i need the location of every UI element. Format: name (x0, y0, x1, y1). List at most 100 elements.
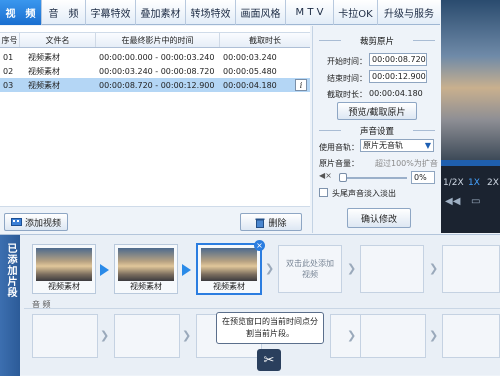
zoom-2x[interactable]: 2X (487, 178, 499, 188)
col-filename-header: 文件名 (20, 33, 96, 47)
confirm-label: 确认修改 (360, 214, 397, 225)
clip-settings-panel: 裁剪原片 开始时间： 00:00:08.720 结束时间： 00:00:12.9… (312, 26, 440, 233)
table-row[interactable]: 02 视频素材 00:00:03.240 - 00:00:08.720 00:0… (0, 64, 310, 78)
empty-slot-hint: 双击此处添加视频 (286, 259, 334, 279)
table-row[interactable]: 01 视频素材 00:00:00.000 - 00:00:03.240 00:0… (0, 50, 310, 64)
cut-duration-value: 00:00:04.180 (369, 89, 423, 98)
mute-speaker-icon[interactable]: ◀× (319, 171, 332, 180)
audio-track-value: 原片无音轨 (363, 141, 403, 150)
volume-value-field[interactable]: 0% (411, 171, 435, 184)
cut-duration-label: 截取时长： (327, 90, 367, 99)
clip-thumbnail (36, 248, 92, 281)
audio-slot[interactable] (32, 314, 98, 358)
col-index-header: 序号 (0, 33, 20, 47)
clip-label: 视频素材 (213, 282, 245, 291)
fade-checkbox[interactable] (319, 188, 328, 197)
transition-arrow-icon[interactable] (182, 264, 191, 276)
close-icon[interactable]: × (254, 240, 265, 251)
audio-track-select[interactable]: 原片无音轨 ▼ (360, 139, 434, 152)
empty-clip-slot[interactable]: 双击此处添加视频 (278, 245, 342, 293)
chevron-right-icon: ❯ (100, 329, 110, 342)
menu-picture-style[interactable]: 画面风格 (236, 0, 286, 25)
clip-list-toolbar: 添加视频 删除 (0, 206, 310, 236)
timeline-clip[interactable]: 视频素材 (32, 244, 96, 294)
empty-clip-slot[interactable] (360, 245, 424, 293)
source-volume-label: 原片音量： (319, 159, 359, 168)
prev-frame-icon[interactable]: ◀◀ (445, 196, 460, 207)
clip-label: 视频素材 (48, 282, 80, 291)
row-time: 00:00:00.000 - 00:00:03.240 (99, 52, 215, 62)
menu-overlay-material[interactable]: 叠加素材 (136, 0, 186, 25)
row-time: 00:00:03.240 - 00:00:08.720 (99, 66, 215, 76)
delete-label: 删除 (268, 218, 287, 229)
row-index: 02 (3, 66, 14, 76)
timeline-clip[interactable]: 视频素材 (114, 244, 178, 294)
folder-icon[interactable]: ▭ (471, 196, 480, 207)
confirm-button[interactable]: 确认修改 (347, 208, 411, 228)
fade-label: 头尾声音淡入淡出 (332, 189, 396, 198)
col-duration-header: 截取时长 (249, 35, 281, 45)
menu-mtv[interactable]: M T V (286, 0, 334, 25)
preview-controls: 1/2X 1X 2X ◀◀ ▭ (441, 166, 500, 233)
col-time-header: 在最终影片中的时间 (96, 33, 220, 47)
added-clips-tab[interactable]: 已添加片段 (0, 235, 20, 376)
audio-slot[interactable] (114, 314, 180, 358)
zoom-1x[interactable]: 1X (468, 178, 480, 188)
row-duration: 00:00:05.480 (223, 66, 277, 76)
clip-thumbnail (118, 248, 174, 281)
menu-video[interactable]: 视 频 (0, 0, 42, 25)
trash-icon (255, 218, 265, 228)
audio-track-title: 音 频 (32, 300, 51, 309)
delete-button[interactable]: 删除 (240, 213, 302, 231)
cut-source-title: 裁剪原片 (359, 37, 394, 47)
row-index: 01 (3, 52, 14, 62)
start-time-field[interactable]: 00:00:08.720 (369, 53, 427, 66)
preview-cut-label: 预览/截取原片 (348, 107, 406, 118)
clip-table-header: 序号 文件名 在最终影片中的时间 截取时长 (0, 32, 310, 48)
end-time-label: 结束时间： (327, 74, 367, 83)
video-preview (441, 0, 500, 160)
chevron-right-icon: ❯ (429, 329, 439, 342)
add-video-label: 添加视频 (24, 218, 61, 229)
row-filename: 视频素材 (28, 66, 60, 76)
preview-cut-button[interactable]: 预览/截取原片 (337, 102, 417, 120)
menu-subtitle-effects[interactable]: 字幕特效 (86, 0, 136, 25)
timeline-clip-selected[interactable]: 视频素材 × (196, 240, 265, 295)
clip-list-panel: 序号 文件名 在最终影片中的时间 截取时长 01 视频素材 00:00:00.0… (0, 26, 310, 236)
added-clips-label: 已添加片段 (5, 243, 16, 298)
row-filename: 视频素材 (28, 80, 60, 90)
table-row-selected[interactable]: 03 视频素材 00:00:08.720 - 00:00:12.900 00:0… (0, 78, 310, 92)
start-time-label: 开始时间： (327, 57, 367, 66)
divider (413, 40, 435, 41)
info-icon[interactable]: i (295, 79, 307, 91)
menu-karaoke[interactable]: 卡拉OK (334, 0, 378, 25)
row-time: 00:00:08.720 - 00:00:12.900 (99, 80, 215, 90)
volume-slider-handle[interactable] (339, 173, 347, 182)
clip-label: 视频素材 (130, 282, 162, 291)
empty-clip-slot[interactable] (442, 245, 500, 293)
split-tooltip: 在预览窗口的当前时间点分割当前片段。 (216, 312, 324, 344)
row-duration: 00:00:03.240 (223, 52, 277, 62)
row-filename: 视频素材 (28, 52, 60, 62)
audio-track-label: 使用音轨： (319, 143, 359, 152)
add-video-button[interactable]: 添加视频 (4, 213, 68, 231)
menu-transition-effects[interactable]: 转场特效 (186, 0, 236, 25)
audio-slot[interactable] (360, 314, 426, 358)
zoom-half[interactable]: 1/2X (443, 178, 464, 188)
audio-slot[interactable] (442, 314, 500, 358)
transition-arrow-icon[interactable] (100, 264, 109, 276)
clip-timeline: 已添加片段 视频素材 视频素材 视频素材 × ❯ 双击此处添加视频 ❯ ❯ 音 … (0, 234, 500, 376)
volume-hint: 超过100%为扩音 (375, 159, 438, 168)
menu-upgrade-service[interactable]: 升级与服务 (378, 0, 440, 25)
scissors-icon[interactable]: ✂ (257, 349, 281, 371)
chevron-right-icon: ❯ (347, 329, 357, 342)
menu-audio[interactable]: 音 频 (42, 0, 86, 25)
volume-slider-track[interactable] (339, 177, 407, 179)
row-index: 03 (3, 80, 14, 90)
chevron-right-icon: ❯ (182, 329, 192, 342)
split-tooltip-text: 在预览窗口的当前时间点分割当前片段。 (222, 317, 318, 338)
end-time-field[interactable]: 00:00:12.900 (369, 70, 427, 83)
main-menu-bar: 视 频 音 频 字幕特效 叠加素材 转场特效 画面风格 M T V 卡拉OK 升… (0, 0, 440, 25)
audio-track-header: 音 频 (24, 299, 500, 309)
chevron-down-icon: ▼ (424, 141, 431, 150)
